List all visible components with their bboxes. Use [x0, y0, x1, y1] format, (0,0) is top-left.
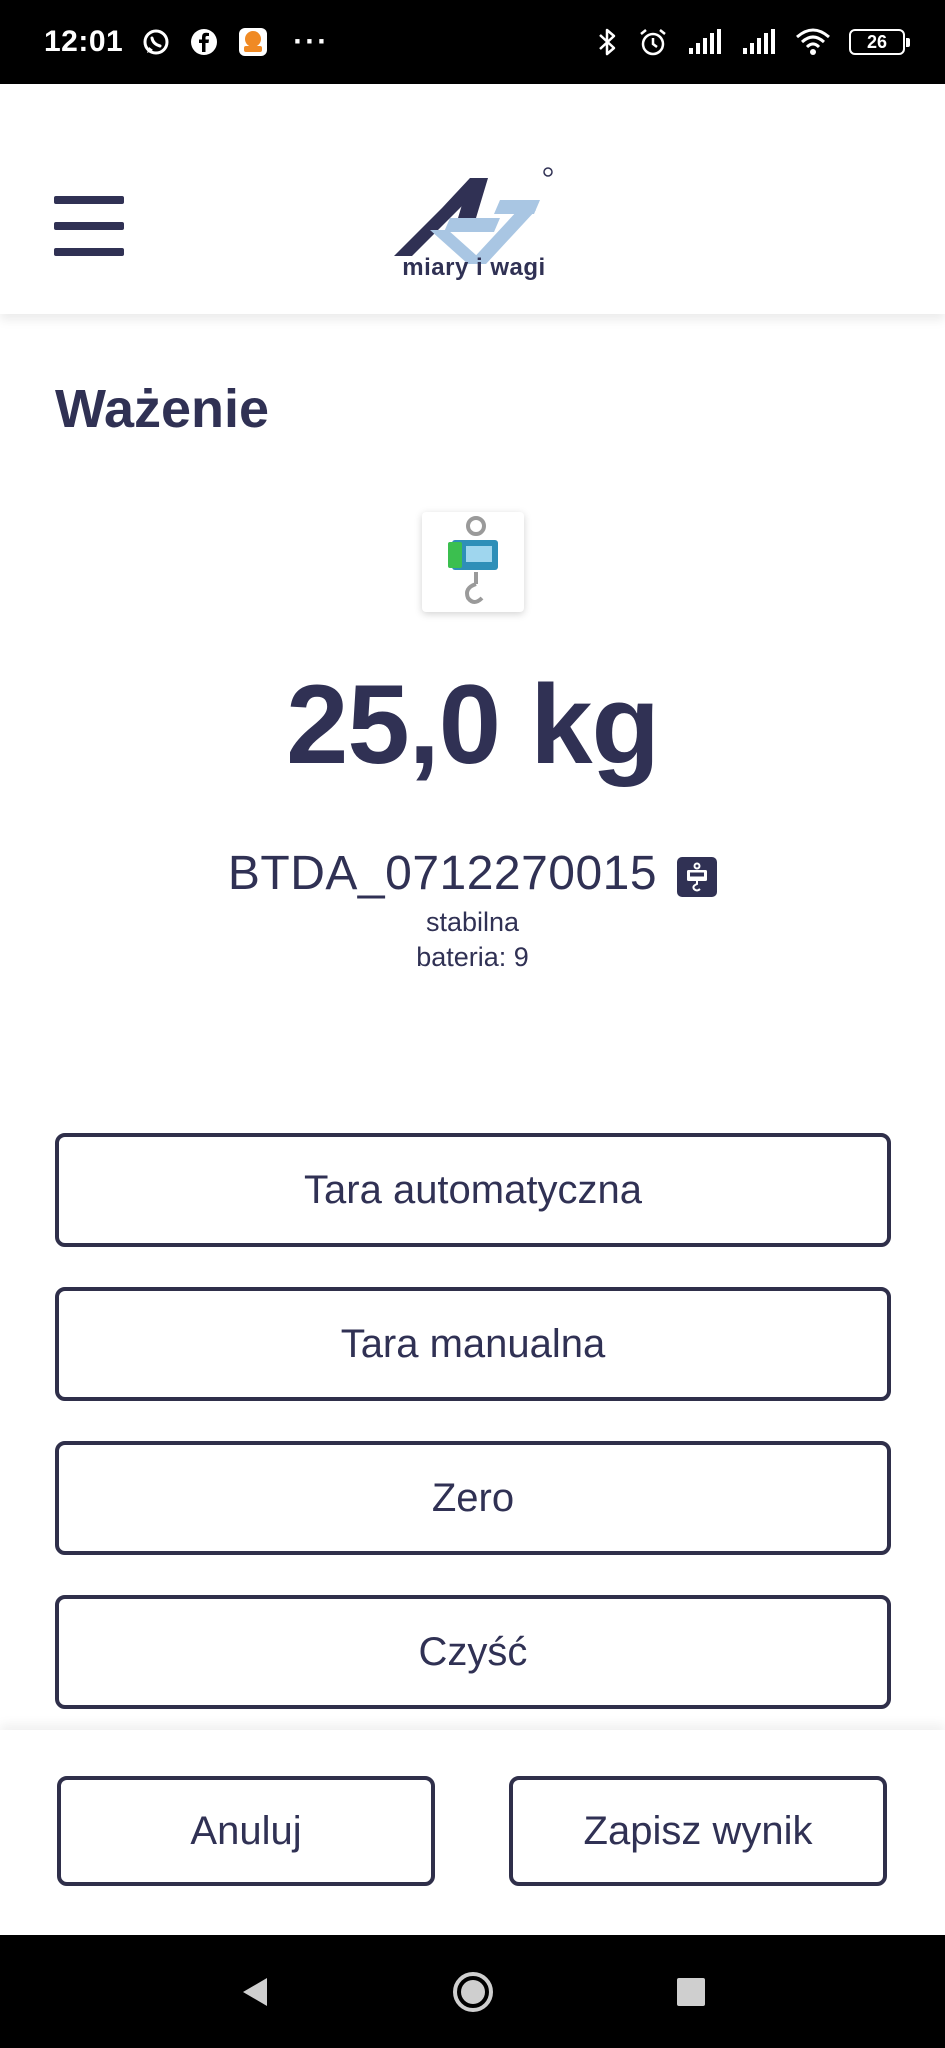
logo-text: miary i wagi — [402, 254, 546, 281]
cancel-button[interactable]: Anuluj — [57, 1776, 435, 1886]
alarm-icon — [637, 26, 669, 58]
whatsapp-icon — [141, 27, 171, 57]
recents-icon[interactable] — [675, 1976, 707, 2008]
zero-button[interactable]: Zero — [55, 1441, 891, 1555]
battery-status: bateria: 9 — [416, 942, 529, 972]
more-notifications: ··· — [293, 25, 330, 58]
home-icon[interactable] — [451, 1970, 495, 2014]
save-result-button[interactable]: Zapisz wynik — [509, 1776, 887, 1886]
crane-scale-icon — [677, 856, 718, 897]
system-nav-bar — [0, 1935, 945, 2048]
crane-scale-icon — [448, 516, 498, 604]
facebook-icon — [189, 27, 219, 57]
battery-indicator: 26 — [849, 29, 910, 55]
status-bar-left: 12:01 ··· — [44, 25, 329, 59]
status-bar: 12:01 ··· 26 — [0, 0, 945, 84]
status-bar-right: 26 — [597, 26, 910, 58]
auto-tare-button[interactable]: Tara automatyczna — [55, 1133, 891, 1247]
wifi-icon — [795, 27, 831, 57]
back-icon[interactable] — [239, 1975, 271, 2009]
device-id: BTDA_0712270015 — [227, 847, 658, 900]
clear-button[interactable]: Czyść — [55, 1595, 891, 1709]
hamburger-menu-icon[interactable] — [54, 196, 124, 256]
app-notification-icon — [237, 26, 269, 58]
signal-icon — [687, 28, 723, 56]
device-info: BTDA_0712270015 — [0, 846, 945, 901]
manual-tare-button[interactable]: Tara manualna — [55, 1287, 891, 1401]
scale-device-image — [422, 512, 524, 612]
clock: 12:01 — [44, 25, 124, 58]
weight-reading: 25,0 kg — [286, 662, 660, 787]
bluetooth-icon — [597, 26, 619, 58]
footer-actions: Anuluj Zapisz wynik — [0, 1730, 945, 1935]
stability-status: stabilna — [425, 907, 520, 937]
page-title: Ważenie — [55, 379, 270, 439]
signal-icon — [741, 28, 777, 56]
app-header: miary i wagi — [0, 84, 945, 314]
